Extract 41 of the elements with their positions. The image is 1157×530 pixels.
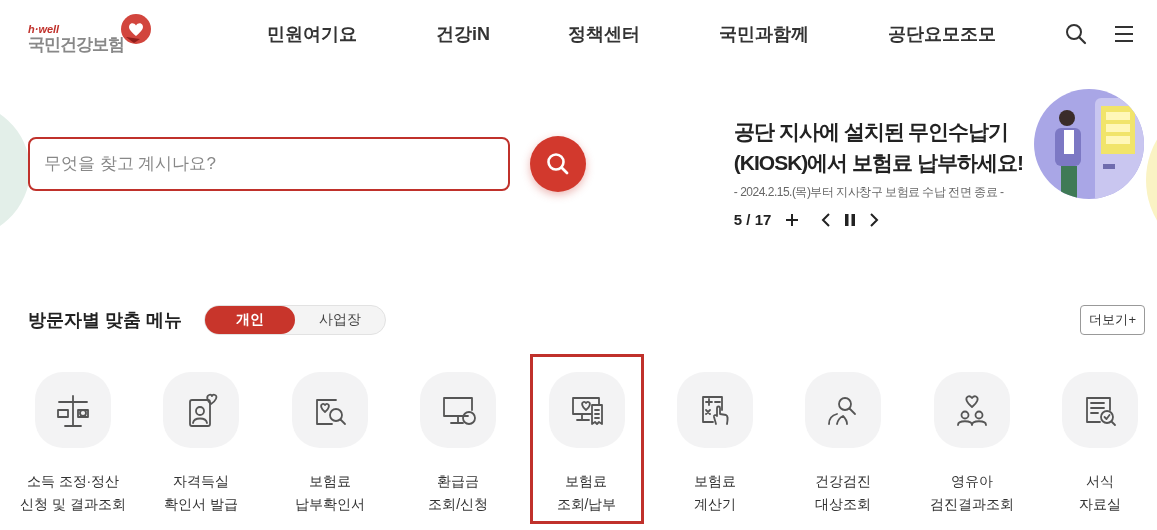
icon-tile[interactable] [1062, 372, 1138, 448]
icon-tile[interactable] [676, 372, 753, 448]
menu-icon[interactable] [1113, 25, 1135, 43]
menu-item-link[interactable]: 영유아 검진결과조회 [929, 470, 1014, 516]
slide-counter: 5 / 17 [733, 211, 772, 228]
menu-item-link[interactable]: 보험료 조회/납부 [556, 470, 617, 516]
icon-tile[interactable] [548, 372, 625, 448]
icon-tile[interactable] [163, 372, 240, 448]
nav-link[interactable]: 건강iN [435, 22, 490, 46]
search-field[interactable]: 무엇을 찾고 계시나요? [28, 137, 510, 191]
search-icon [545, 151, 571, 177]
nav-link[interactable]: 국민과함께 [719, 22, 810, 46]
menu-item-link[interactable]: 소득 조정·정산 신청 및 결과조회 [20, 470, 126, 516]
search-button[interactable] [530, 136, 586, 192]
nav-link[interactable]: 공단요모조모 [887, 22, 996, 46]
pause-icon[interactable] [845, 213, 856, 226]
tab[interactable]: 개인 [205, 306, 295, 334]
icon-tile[interactable] [420, 372, 497, 448]
section-title: 방문자별 맞춤 메뉴 [28, 309, 182, 332]
menu-item-link[interactable]: 보험료 계산기 [693, 470, 736, 516]
logo-name: 국민건강보험 [28, 35, 124, 55]
menu-item-link[interactable]: 서식 자료실 [1079, 470, 1121, 516]
icon-tile[interactable] [933, 372, 1010, 448]
logo-tagline: h·well [28, 23, 61, 35]
search-icon[interactable] [1065, 23, 1087, 45]
nav-link[interactable]: 정책센터 [568, 22, 641, 46]
menu-item-link[interactable]: 건강검진 대상조회 [815, 470, 872, 516]
tab[interactable]: 사업장 [295, 306, 385, 334]
menu-item-link[interactable]: 자격득실 확인서 발급 [164, 470, 239, 516]
icon-tile[interactable] [291, 372, 368, 448]
previous-icon[interactable] [821, 212, 832, 227]
next-icon[interactable] [869, 212, 880, 227]
menu-item-link[interactable]: 환급금 조회/신청 [428, 470, 489, 516]
banner-subtitle: - 2024.2.15.(목)부터 지사창구 보험료 수납 전면 종료 - [733, 184, 1005, 201]
more-button[interactable]: 더보기+ [1080, 305, 1145, 335]
nav-link[interactable]: 민원여기요 [267, 22, 358, 46]
banner-title: 공단 지사에 설치된 무인수납기 (KIOSK)에서 보험료 납부하세요! [733, 119, 1023, 176]
icon-tile[interactable] [805, 372, 882, 448]
menu-item-link[interactable]: 보험료 납부확인서 [294, 470, 365, 516]
plus-icon[interactable] [785, 212, 800, 227]
icon-tile[interactable] [35, 372, 111, 448]
